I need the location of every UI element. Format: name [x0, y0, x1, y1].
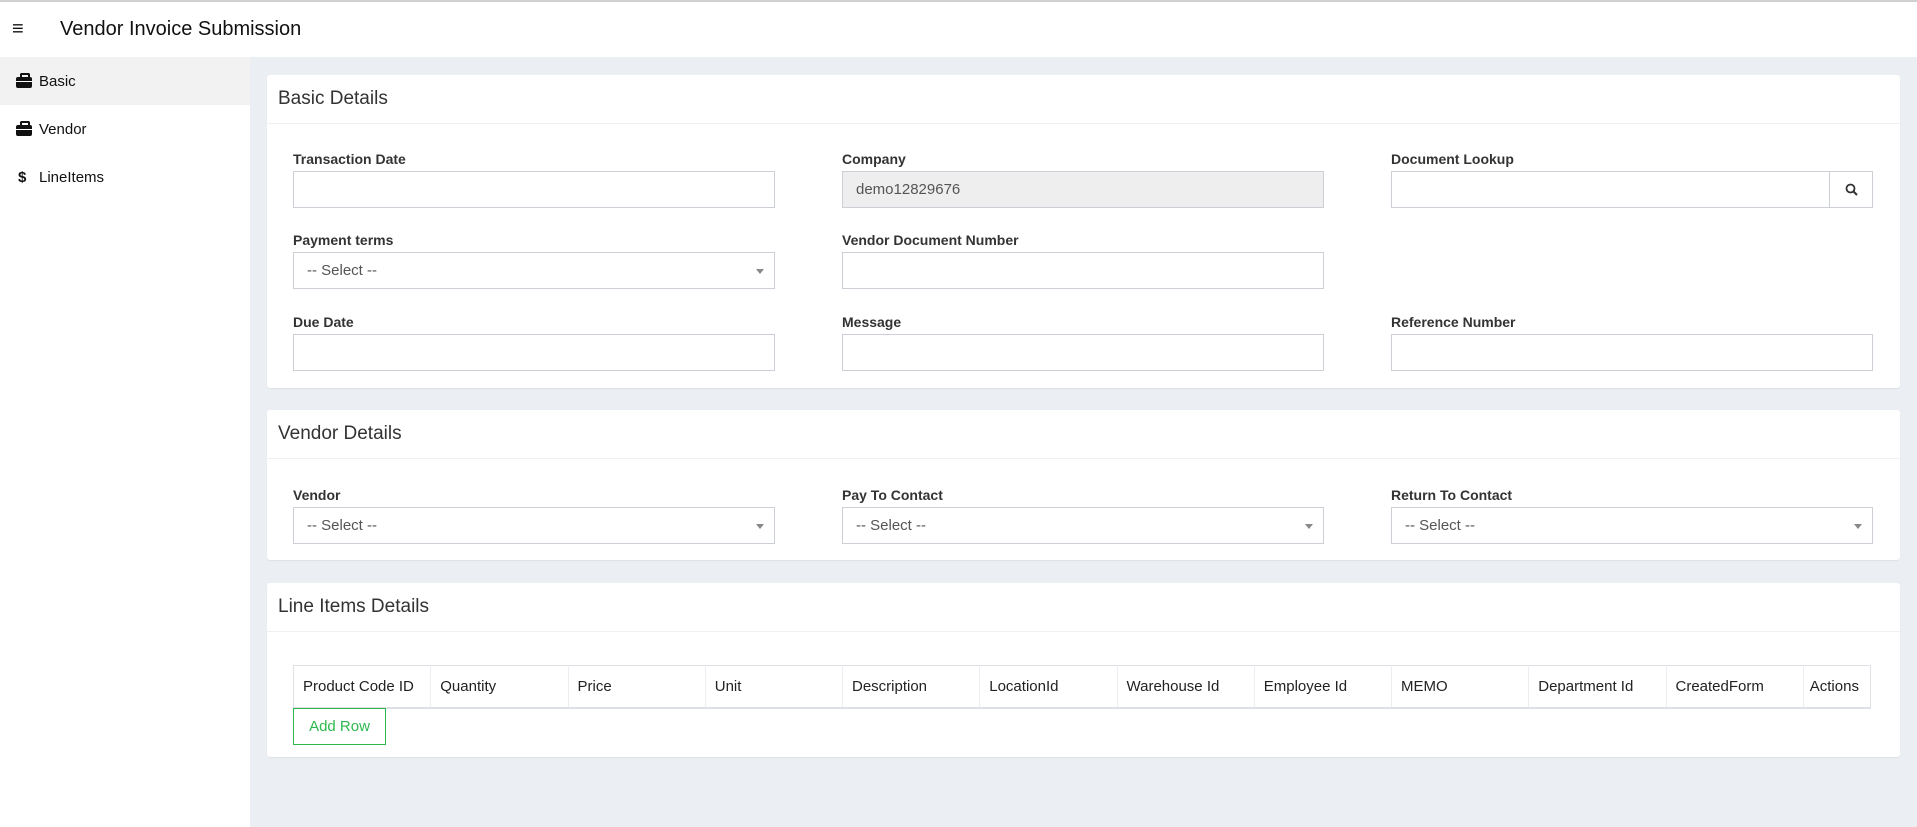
search-button[interactable]	[1829, 172, 1872, 207]
column-header: MEMO	[1391, 665, 1530, 708]
payment-terms-select[interactable]: -- Select --	[293, 252, 775, 289]
select-value: -- Select --	[307, 517, 378, 534]
field-label: Company	[842, 151, 906, 167]
panel-title: Basic Details	[267, 75, 1900, 124]
field-label: Payment terms	[293, 232, 394, 248]
company-field: Company demo12829676	[842, 151, 1324, 208]
payment-terms-field: Payment terms -- Select --	[293, 232, 775, 289]
field-label: Document Lookup	[1391, 151, 1514, 167]
field-label: Reference Number	[1391, 314, 1516, 330]
document-lookup-field: Document Lookup	[1391, 151, 1873, 208]
field-label: Vendor Document Number	[842, 232, 1019, 248]
line-items-table: Product Code ID Quantity Price Unit Descript…	[293, 665, 1871, 709]
due-date-input[interactable]	[293, 334, 775, 371]
caret-down-icon	[756, 269, 764, 274]
column-header: Department Id	[1528, 665, 1667, 708]
pay-to-contact-select[interactable]: -- Select --	[842, 507, 1324, 544]
column-header: LocationId	[979, 665, 1118, 708]
return-to-contact-select[interactable]: -- Select --	[1391, 507, 1873, 544]
sidebar-item-label: Vendor	[39, 120, 87, 138]
column-header: CreatedForm	[1666, 665, 1804, 708]
briefcase-icon	[16, 72, 39, 88]
search-icon	[1845, 183, 1858, 196]
caret-down-icon	[1854, 524, 1862, 529]
caret-down-icon	[1305, 524, 1313, 529]
company-input: demo12829676	[842, 171, 1324, 208]
reference-number-field: Reference Number	[1391, 314, 1873, 371]
column-header: Price	[568, 665, 706, 708]
message-field: Message	[842, 314, 1324, 371]
sidebar: Basic Vendor $ LineItems	[0, 57, 250, 827]
field-label: Return To Contact	[1391, 487, 1513, 503]
main-content: Basic Details Transaction Date Company d…	[250, 57, 1917, 827]
vendor-document-number-input[interactable]	[842, 252, 1324, 289]
transaction-date-input[interactable]	[293, 171, 775, 208]
field-label: Due Date	[293, 314, 354, 330]
page-title: Vendor Invoice Submission	[60, 18, 302, 40]
column-header: Warehouse Id	[1117, 665, 1255, 708]
select-value: -- Select --	[307, 262, 378, 279]
vendor-field: Vendor -- Select --	[293, 487, 775, 544]
briefcase-icon	[16, 120, 39, 136]
line-items-panel: Line Items Details Product Code ID Quanti…	[267, 583, 1900, 757]
reference-number-input[interactable]	[1391, 334, 1873, 371]
sidebar-item-vendor[interactable]: Vendor	[0, 105, 250, 153]
message-input[interactable]	[842, 334, 1324, 371]
field-label: Message	[842, 314, 902, 330]
sidebar-item-label: LineItems	[39, 168, 105, 186]
basic-details-panel: Basic Details Transaction Date Company d…	[267, 75, 1900, 388]
column-header: Actions	[1809, 677, 1859, 695]
pay-to-contact-field: Pay To Contact -- Select --	[842, 487, 1324, 544]
sidebar-item-lineitems[interactable]: $ LineItems	[0, 153, 250, 201]
vendor-document-number-field: Vendor Document Number	[842, 232, 1324, 289]
panel-title: Vendor Details	[267, 410, 1900, 459]
sidebar-item-label: Basic	[39, 72, 76, 90]
dollar-icon: $	[18, 168, 27, 186]
document-lookup-input[interactable]	[1391, 171, 1873, 208]
add-row-button[interactable]: Add Row	[293, 708, 386, 745]
panel-title: Line Items Details	[267, 583, 1900, 632]
field-label: Vendor	[293, 487, 341, 503]
transaction-date-field: Transaction Date	[293, 151, 775, 208]
caret-down-icon	[756, 524, 764, 529]
app-header: ≡ Vendor Invoice Submission	[0, 2, 1917, 57]
due-date-field: Due Date	[293, 314, 775, 371]
field-label: Pay To Contact	[842, 487, 943, 503]
column-header: Description	[842, 665, 981, 708]
field-label: Transaction Date	[293, 151, 406, 167]
vendor-select[interactable]: -- Select --	[293, 507, 775, 544]
select-value: -- Select --	[1405, 517, 1476, 534]
return-to-contact-field: Return To Contact -- Select --	[1391, 487, 1873, 544]
column-header: Quantity	[430, 665, 569, 708]
column-header: Product Code ID	[293, 665, 432, 708]
column-header: Employee Id	[1254, 665, 1393, 708]
select-value: -- Select --	[856, 517, 927, 534]
company-value: demo12829676	[856, 181, 961, 198]
sidebar-item-basic[interactable]: Basic	[0, 57, 250, 105]
column-header: Unit	[705, 665, 844, 708]
hamburger-icon[interactable]: ≡	[12, 18, 32, 41]
vendor-details-panel: Vendor Details Vendor -- Select -- Pay T…	[267, 410, 1900, 560]
